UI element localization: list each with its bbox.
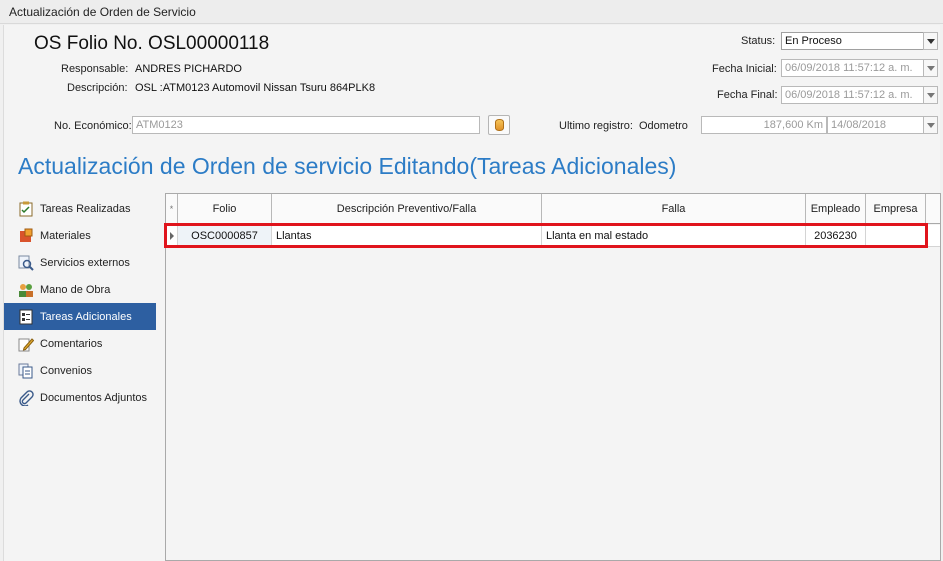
- sidebar-nav: Tareas Realizadas Materiales Servicios e…: [4, 195, 156, 411]
- row-selector[interactable]: [166, 225, 178, 247]
- no-economico-label: No. Económico:: [54, 120, 132, 132]
- table-row[interactable]: OSC0000857 Llantas Llanta en mal estado …: [166, 225, 940, 247]
- pencil-icon: [18, 336, 34, 352]
- odometro-date-field[interactable]: 14/08/2018: [827, 116, 924, 134]
- column-header-falla[interactable]: Falla: [542, 194, 806, 224]
- workers-icon: [18, 282, 34, 298]
- sidebar-item-label: Materiales: [40, 229, 91, 242]
- sidebar-item-materiales[interactable]: Materiales: [4, 222, 156, 249]
- materials-icon: [18, 228, 34, 244]
- sidebar-item-label: Mano de Obra: [40, 283, 111, 296]
- sidebar-item-convenios[interactable]: Convenios: [4, 357, 156, 384]
- status-select[interactable]: En Proceso: [781, 32, 924, 50]
- column-header-empresa[interactable]: Empresa: [866, 194, 926, 224]
- odometro-label: Odometro: [639, 120, 688, 132]
- grid-header: * Folio Descripción Preventivo/Falla Fal…: [166, 194, 940, 224]
- fecha-final-dropdown-button[interactable]: [923, 86, 938, 104]
- sidebar-item-servicios-externos[interactable]: Servicios externos: [4, 249, 156, 276]
- status-dropdown-button[interactable]: [923, 32, 938, 50]
- new-row-indicator: *: [166, 194, 178, 224]
- odometro-field[interactable]: 187,600 Km: [701, 116, 827, 134]
- window-title: Actualización de Orden de Servicio: [9, 5, 196, 19]
- tareas-adicionales-grid: * Folio Descripción Preventivo/Falla Fal…: [165, 193, 941, 561]
- sidebar-item-mano-de-obra[interactable]: Mano de Obra: [4, 276, 156, 303]
- cell-folio[interactable]: OSC0000857: [178, 225, 272, 247]
- ultimo-registro-label: Ultimo registro:: [559, 120, 633, 132]
- column-header-descripcion[interactable]: Descripción Preventivo/Falla: [272, 194, 542, 224]
- responsable-value: ANDRES PICHARDO: [135, 63, 242, 75]
- sidebar-item-label: Tareas Realizadas: [40, 202, 131, 215]
- descripcion-label: Descripción:: [67, 82, 128, 94]
- fecha-inicial-field[interactable]: 06/09/2018 11:57:12 a. m.: [781, 59, 924, 77]
- database-lookup-button[interactable]: [488, 115, 510, 135]
- status-label: Status:: [741, 35, 776, 47]
- fecha-final-label: Fecha Final:: [717, 89, 778, 101]
- responsable-label: Responsable:: [61, 63, 129, 75]
- cell-empresa[interactable]: [866, 225, 926, 247]
- odometro-date-dropdown-button[interactable]: [923, 116, 938, 134]
- no-economico-field[interactable]: ATM0123: [132, 116, 480, 134]
- folio-title: OS Folio No. OSL00000118: [34, 33, 270, 54]
- sidebar-item-label: Convenios: [40, 364, 92, 377]
- sidebar-item-tareas-realizadas[interactable]: Tareas Realizadas: [4, 195, 156, 222]
- database-icon: [495, 119, 504, 131]
- checklist-icon: [18, 201, 34, 217]
- magnifier-icon: [18, 255, 34, 271]
- column-header-empleado[interactable]: Empleado: [806, 194, 866, 224]
- main-panel: OS Folio No. OSL00000118 Responsable: AN…: [3, 25, 941, 561]
- sidebar-item-label: Documentos Adjuntos: [40, 391, 148, 404]
- sidebar-item-documentos-adjuntos[interactable]: Documentos Adjuntos: [4, 384, 156, 411]
- row-pointer-icon: [169, 232, 174, 240]
- sidebar-item-comentarios[interactable]: Comentarios: [4, 330, 156, 357]
- sidebar-item-label: Tareas Adicionales: [40, 310, 132, 323]
- sidebar-item-label: Comentarios: [40, 337, 103, 350]
- sidebar-item-label: Servicios externos: [40, 256, 130, 269]
- cell-falla[interactable]: Llanta en mal estado: [542, 225, 806, 247]
- descripcion-value: OSL :ATM0123 Automovil Nissan Tsuru 864P…: [135, 82, 376, 94]
- fecha-final-field[interactable]: 06/09/2018 11:57:12 a. m.: [781, 86, 924, 104]
- cell-descripcion[interactable]: Llantas: [272, 225, 542, 247]
- section-title: Actualización de Orden de servicio Edita…: [18, 153, 677, 179]
- window-titlebar: Actualización de Orden de Servicio: [0, 0, 943, 24]
- column-header-folio[interactable]: Folio: [178, 194, 272, 224]
- fecha-inicial-label: Fecha Inicial:: [712, 63, 777, 75]
- tasks-icon: [18, 309, 34, 325]
- documents-icon: [18, 363, 34, 379]
- sidebar-item-tareas-adicionales[interactable]: Tareas Adicionales: [4, 303, 156, 330]
- cell-empleado[interactable]: 2036230: [806, 225, 866, 247]
- paperclip-icon: [18, 389, 34, 406]
- fecha-inicial-dropdown-button[interactable]: [923, 59, 938, 77]
